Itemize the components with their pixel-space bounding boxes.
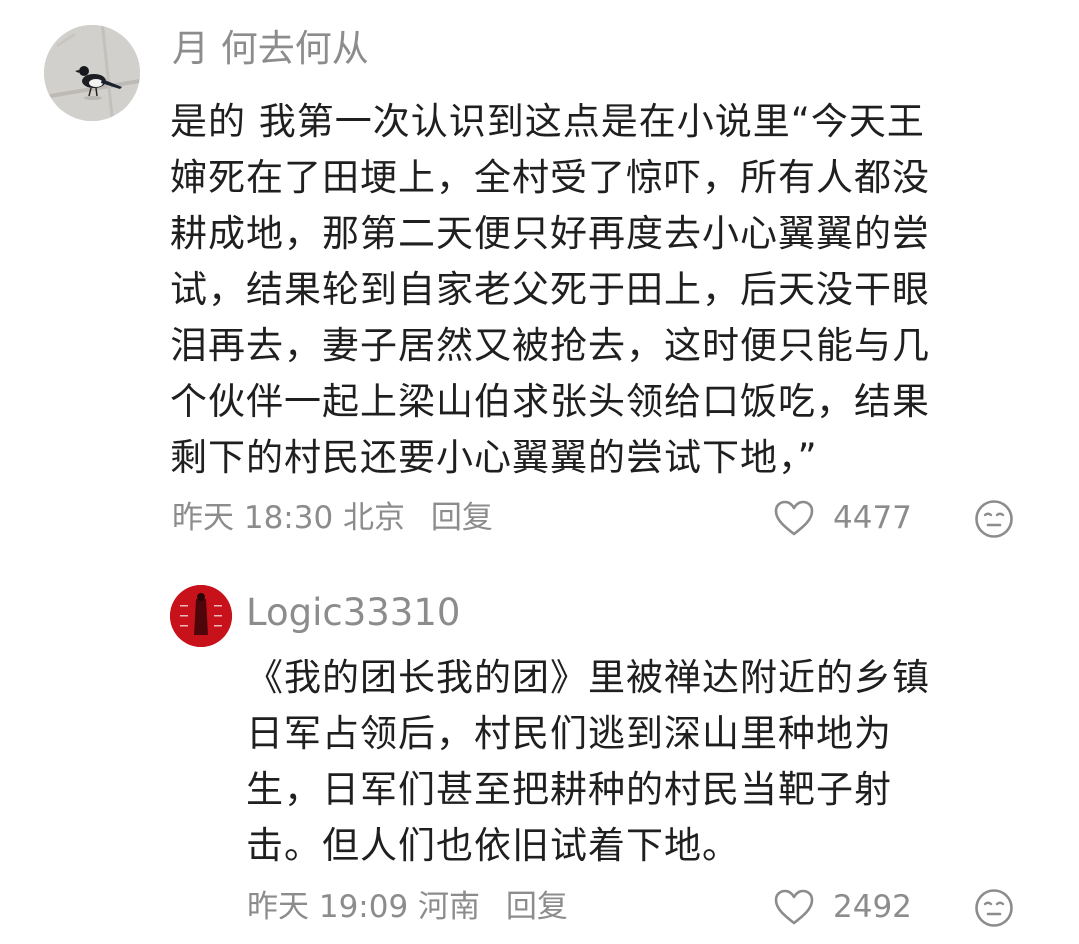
comment-line: 个伙伴一起上梁山伯求张头领给口饭吃，结果 [170,380,930,423]
comment-line: 耕成地，那第二天便只好再度去小心翼翼的尝 [170,212,930,255]
like-button[interactable]: 2492 [773,887,912,927]
neutral-face-icon[interactable] [974,499,1014,539]
avatar[interactable] [170,585,232,647]
reply-button[interactable]: 回复 [431,500,493,536]
reply-text: 《我的团长我的团》里被禅达附近的乡镇 日军占领后，村民们逃到深山里种地为 生，日… [246,650,930,874]
comment-text: 是的 我第一次认识到这点是在小说里“今天王 婶死在了田埂上，全村受了惊吓，所有人… [170,94,930,486]
album-cover-avatar-image [170,585,232,647]
magpie-avatar-image [44,25,140,121]
comment-time: 昨天 18:30 北京 [172,500,406,536]
reply-line: 日军占领后，村民们逃到深山里种地为 [246,712,892,755]
reply-line: 击。但人们也依旧试着下地。 [246,824,740,867]
reply-button[interactable]: 回复 [506,889,568,925]
like-count: 4477 [833,500,912,536]
reply-meta: 昨天 19:09 河南 回复 [247,887,568,927]
comment-meta: 昨天 18:30 北京 回复 [172,498,493,538]
comment-line: 剩下的村民还要小心翼翼的尝试下地，” [170,436,818,479]
reply-line: 生，日军们甚至把耕种的村民当靶子射 [246,768,892,811]
avatar[interactable] [44,25,140,121]
reply-username[interactable]: Logic33310 [246,591,460,635]
heart-outline-icon [774,500,814,536]
comment-line: 泪再去，妻子居然又被抢去，这时便只能与几 [170,324,930,367]
reply-line: 《我的团长我的团》里被禅达附近的乡镇 [246,656,930,699]
comment-username[interactable]: 月 何去何从 [172,27,369,71]
neutral-face-icon[interactable] [974,888,1014,928]
comment-line: 是的 我第一次认识到这点是在小说里“今天王 [170,100,925,143]
like-count: 2492 [833,889,912,925]
like-button[interactable]: 4477 [773,498,912,538]
heart-outline-icon [774,889,814,925]
reply-time: 昨天 19:09 河南 [247,889,481,925]
comment-line: 试，结果轮到自家老父死于田上，后天没干眼 [170,268,930,311]
comment-line: 婶死在了田埂上，全村受了惊吓，所有人都没 [170,156,930,199]
